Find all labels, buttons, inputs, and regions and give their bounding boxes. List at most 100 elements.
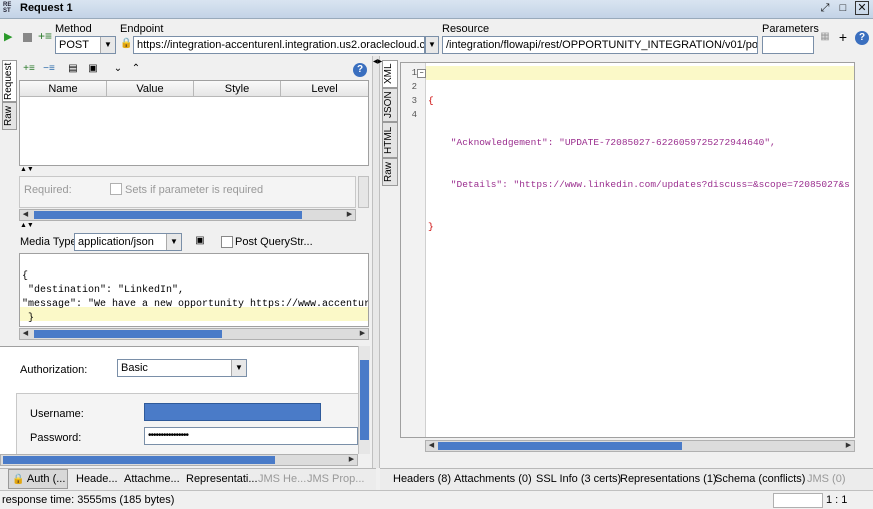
add-param-icon[interactable]: +≡: [38, 29, 52, 43]
scroll-thumb[interactable]: [3, 456, 275, 464]
tab-jms-headers[interactable]: JMS He...: [258, 473, 306, 485]
sort-icon[interactable]: ▤: [66, 62, 80, 76]
window-title: Request 1: [20, 2, 73, 14]
scroll-right-icon[interactable]: ▶: [843, 441, 854, 451]
chevron-up-icon[interactable]: ⌃: [130, 62, 142, 76]
add-row-icon[interactable]: +≡: [22, 62, 36, 76]
lock-icon: 🔒: [120, 38, 133, 49]
title-bar: RE ST Request 1 ⤢ □ ✕: [0, 0, 873, 19]
line-number: 2: [411, 82, 417, 92]
scroll-thumb[interactable]: [360, 360, 369, 440]
scroll-left-icon[interactable]: ◀: [426, 441, 437, 451]
scroll-thumb[interactable]: [34, 330, 222, 338]
tab-headers[interactable]: Heade...: [76, 473, 118, 485]
scroll-right-icon[interactable]: ▶: [346, 455, 357, 465]
splitter-handle-icon[interactable]: ◀▶: [373, 58, 382, 65]
scroll-left-icon[interactable]: ◀: [20, 329, 31, 339]
vertical-scrollbar[interactable]: [358, 346, 370, 454]
tab-response-attachments[interactable]: Attachments (0): [454, 473, 532, 485]
close-icon[interactable]: ✕: [855, 1, 869, 15]
status-field: [773, 493, 823, 508]
required-label: Required:: [24, 184, 72, 196]
body-line: {: [22, 271, 29, 282]
tab-raw[interactable]: Raw: [2, 102, 17, 130]
restore-icon[interactable]: ⤢: [818, 1, 832, 15]
horizontal-scrollbar[interactable]: ◀ ▶: [19, 209, 356, 221]
line-number: 4: [411, 110, 417, 120]
help-icon[interactable]: ?: [353, 63, 367, 77]
tab-auth[interactable]: 🔒 Auth (...: [8, 469, 68, 489]
tab-ssl-info[interactable]: SSL Info (3 certs): [536, 473, 621, 485]
column-header-level[interactable]: Level: [281, 81, 368, 97]
auth-panel: Authorization: Basic ▼ Username: Password…: [0, 346, 358, 455]
horizontal-scrollbar[interactable]: ◀ ▶: [425, 440, 855, 452]
column-header-style[interactable]: Style: [194, 81, 281, 97]
rest-logo-icon: RE ST: [3, 2, 12, 14]
response-body: { "Acknowledgement": "UPDATE-72085027-62…: [428, 66, 850, 262]
vertical-scrollbar[interactable]: [358, 176, 369, 208]
scroll-right-icon[interactable]: ▶: [357, 329, 368, 339]
settings-icon[interactable]: ▦: [818, 30, 832, 44]
response-time: response time: 3555ms (185 bytes): [2, 494, 175, 506]
method-label: Method: [55, 23, 92, 35]
tab-jms[interactable]: JMS (0): [807, 473, 846, 485]
tab-xml[interactable]: XML: [382, 60, 398, 88]
run-icon[interactable]: ▶: [4, 30, 14, 43]
tab-representations[interactable]: Representati...: [186, 473, 258, 485]
pane-splitter[interactable]: ◀▶: [372, 56, 382, 468]
tab-html[interactable]: HTML: [382, 122, 398, 158]
chevron-down-icon[interactable]: ⌄: [112, 62, 124, 76]
cursor-position: 1 : 1: [826, 494, 848, 506]
chevron-down-icon: ▼: [426, 37, 438, 53]
body-line: "destination": "LinkedIn",: [22, 285, 185, 296]
parameters-input[interactable]: [762, 36, 814, 54]
endpoint-input[interactable]: https://integration-accenturenl.integrat…: [133, 36, 425, 54]
tab-raw[interactable]: Raw: [382, 158, 398, 186]
scroll-thumb[interactable]: [34, 211, 302, 219]
column-header-name[interactable]: Name: [20, 81, 107, 97]
maximize-icon[interactable]: □: [836, 1, 850, 15]
media-type-select[interactable]: application/json ▼: [74, 233, 182, 251]
horizontal-scrollbar[interactable]: ◀ ▶: [19, 328, 369, 340]
request-body-editor[interactable]: { "destination": "LinkedIn", "message": "…: [19, 253, 369, 327]
scroll-thumb[interactable]: [438, 442, 682, 450]
endpoint-dropdown[interactable]: ▼: [425, 36, 439, 54]
password-label: Password:: [30, 432, 82, 444]
chevron-down-icon: ▼: [231, 360, 246, 376]
response-line: {: [428, 95, 434, 106]
scroll-right-icon[interactable]: ▶: [344, 210, 355, 220]
tab-response-headers[interactable]: Headers (8): [393, 473, 451, 485]
tab-request[interactable]: Request: [2, 60, 17, 102]
body-line: "message": "We have a new opportunity ht…: [22, 299, 369, 310]
remove-row-icon[interactable]: −≡: [42, 62, 56, 76]
username-input[interactable]: [144, 403, 321, 421]
tab-jms-properties[interactable]: JMS Prop...: [307, 473, 364, 485]
tab-json[interactable]: JSON: [382, 88, 398, 122]
required-checkbox[interactable]: [110, 183, 122, 195]
password-input[interactable]: ••••••••••••••••: [144, 427, 358, 445]
collapse-icon[interactable]: −: [417, 69, 426, 78]
tab-response-representations[interactable]: Representations (1): [620, 473, 717, 485]
authorization-select[interactable]: Basic ▼: [117, 359, 247, 377]
resource-label: Resource: [442, 23, 490, 35]
scroll-left-icon[interactable]: ◀: [20, 210, 31, 220]
post-query-checkbox[interactable]: [221, 236, 233, 248]
tab-attachments[interactable]: Attachme...: [124, 473, 180, 485]
method-select[interactable]: POST ▼: [55, 36, 116, 54]
help-icon[interactable]: ?: [855, 31, 869, 45]
tab-schema[interactable]: Schema (conflicts): [715, 473, 805, 485]
plus-icon[interactable]: +: [836, 30, 850, 44]
horizontal-scrollbar[interactable]: ▶: [0, 454, 358, 466]
param-detail-panel: Required: Sets if parameter is required: [19, 176, 356, 208]
splitter-handle-icon[interactable]: ▲▼: [20, 166, 34, 173]
stop-icon[interactable]: [23, 33, 32, 42]
format-icon[interactable]: ▣: [193, 234, 207, 248]
response-editor[interactable]: 1 2 3 4 − { "Acknowledgement": "UPDATE-7…: [400, 62, 855, 438]
copy-icon[interactable]: ▣: [86, 62, 100, 76]
required-checkbox-label: Sets if parameter is required: [125, 184, 264, 196]
splitter-handle-icon[interactable]: ▲▼: [20, 222, 34, 229]
line-number: 3: [411, 96, 417, 106]
column-header-value[interactable]: Value: [107, 81, 194, 97]
resource-input[interactable]: /integration/flowapi/rest/OPPORTUNITY_IN…: [442, 36, 758, 54]
endpoint-label: Endpoint: [120, 23, 164, 35]
